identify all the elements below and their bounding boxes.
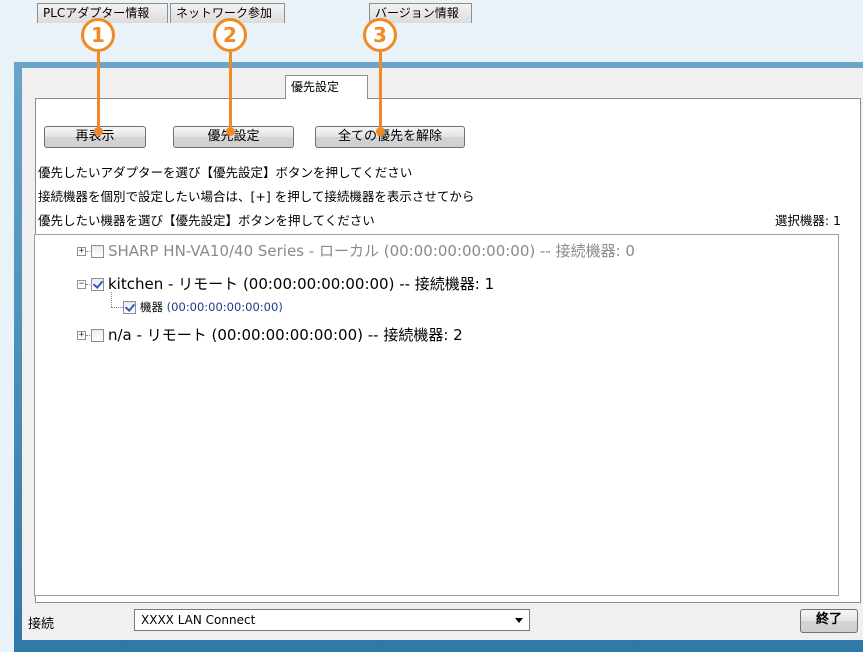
- checkbox-na[interactable]: [91, 329, 104, 342]
- device-address: (00:00:00:00:00:00): [166, 300, 283, 314]
- checkbox-kitchen[interactable]: [91, 278, 104, 291]
- callout-dot: [226, 127, 235, 136]
- checkbox-kitchen-device[interactable]: [123, 301, 136, 314]
- expand-plus-icon[interactable]: +: [77, 331, 86, 340]
- tree-connector: [111, 292, 112, 307]
- callout-line: [379, 52, 382, 130]
- exit-button[interactable]: 終了: [800, 609, 858, 633]
- selected-device-count: 選択機器: 1: [774, 213, 841, 228]
- dropdown-arrow-icon[interactable]: [515, 618, 523, 623]
- checkbox-local-adapter[interactable]: [91, 245, 104, 258]
- instruction-line-1: 優先したいアダプターを選び【優先設定】ボタンを押してください: [38, 165, 413, 180]
- tree-item-na[interactable]: n/a - リモート (00:00:00:00:00:00) -- 接続機器: …: [108, 325, 463, 345]
- tab-priority-settings[interactable]: 優先設定: [285, 75, 368, 99]
- tree-item-kitchen[interactable]: kitchen - リモート (00:00:00:00:00:00) -- 接続…: [108, 274, 494, 294]
- callout-3: 3: [363, 18, 397, 52]
- expand-plus-icon[interactable]: +: [77, 247, 86, 256]
- tree-item-kitchen-device[interactable]: 機器 (00:00:00:00:00:00): [140, 297, 283, 317]
- callout-line: [97, 52, 100, 130]
- instruction-line-2: 接続機器を個別で設定したい場合は、[+] を押して接続機器を表示させてから: [38, 189, 475, 204]
- callout-line: [229, 52, 232, 130]
- collapse-minus-icon[interactable]: −: [77, 280, 86, 289]
- callout-2: 2: [213, 18, 247, 52]
- callout-dot: [94, 127, 103, 136]
- tree-connector: [111, 307, 123, 308]
- callout-1: 1: [81, 18, 115, 52]
- tree-item-local-adapter[interactable]: SHARP HN-VA10/40 Series - ローカル (00:00:00…: [108, 241, 635, 261]
- connect-label: 接続: [28, 617, 55, 632]
- device-name: 機器: [140, 300, 163, 314]
- callout-dot: [376, 127, 385, 136]
- instruction-line-3: 優先したい機器を選び【優先設定】ボタンを押してください: [38, 213, 375, 228]
- clear-all-priority-button[interactable]: 全ての優先を解除: [315, 126, 465, 148]
- connection-select-value: XXXX LAN Connect: [141, 613, 256, 627]
- connection-select[interactable]: XXXX LAN Connect: [134, 609, 530, 631]
